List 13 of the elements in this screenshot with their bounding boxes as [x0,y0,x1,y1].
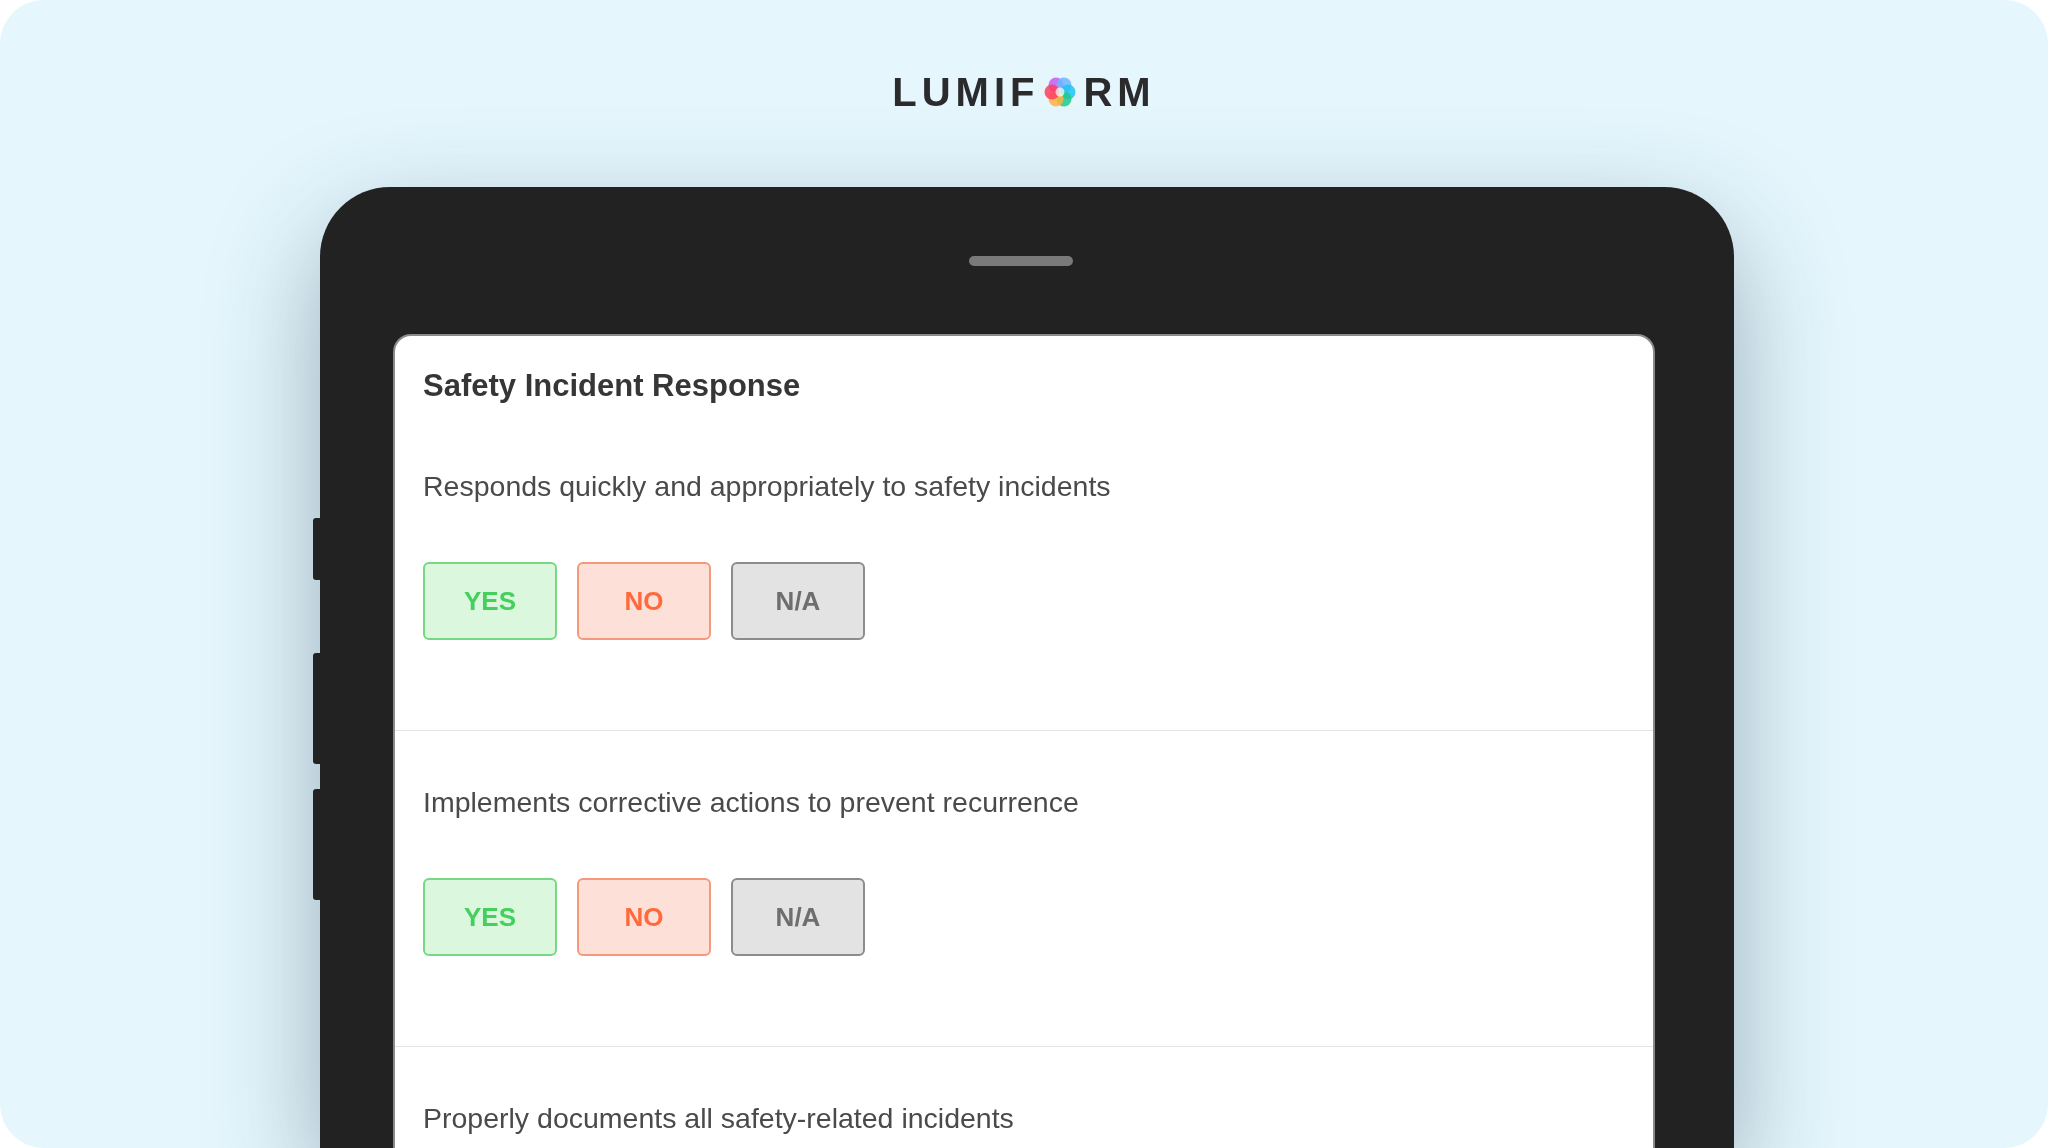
question-text: Responds quickly and appropriately to safety incidents [423,469,1112,504]
flower-logo-icon [1044,76,1077,108]
question-text: Properly documents all safety-related incidents [423,1101,1015,1136]
form-title: Safety Incident Response [422,367,802,405]
question-text: Implements corrective actions to prevent recurrence [423,785,1080,820]
logo-text: RM [1083,72,1156,112]
answer-button[interactable]: YES [423,562,557,640]
answer-button[interactable]: N/A [731,878,865,956]
logo-text: LUMIF [892,72,1040,112]
answer-button[interactable]: N/A [731,562,865,640]
answer-button[interactable]: YES [423,878,557,956]
answer-button[interactable]: NO [577,878,711,956]
answer-button[interactable]: NO [577,562,711,640]
